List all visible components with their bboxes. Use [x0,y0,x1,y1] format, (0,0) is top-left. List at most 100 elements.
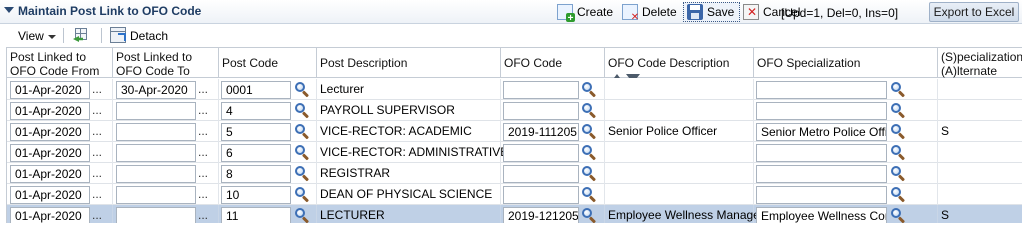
ofo-specialization-input[interactable] [756,165,887,183]
post-code-search-icon[interactable] [294,81,310,98]
post-code-input[interactable]: 11 [221,207,291,223]
ofo-specialization-input[interactable] [756,102,887,120]
column-header-post-code[interactable]: Post Code [219,48,317,78]
cell-spec-alt [938,121,1022,142]
to-date-picker-button[interactable]: ... [198,206,208,223]
to-date-picker-button[interactable]: ... [198,185,208,203]
column-header-post-description[interactable]: Post Description [317,48,501,78]
post-code-search-icon[interactable] [294,207,310,223]
from-date-picker-button[interactable]: ... [92,80,102,98]
from-date-picker-button[interactable]: ... [92,206,102,223]
to-date-picker-button[interactable]: ... [198,122,208,140]
to-date-picker-button[interactable]: ... [198,164,208,182]
column-header-to-date[interactable]: Post Linked to OFO Code To Date [113,48,219,78]
sort-icons[interactable] [611,71,641,78]
from-date-input[interactable]: 01-Apr-2020 [10,186,90,204]
from-date-picker-button[interactable]: ... [92,143,102,161]
to-date-input[interactable] [116,123,196,141]
ofo-specialization-search-icon[interactable] [890,81,906,98]
from-date-picker-button[interactable]: ... [92,185,102,203]
ofo-specialization-search-icon[interactable] [890,186,906,203]
to-date-picker-button[interactable]: ... [198,80,208,98]
post-code-search-icon[interactable] [294,165,310,182]
to-date-input[interactable] [116,102,196,120]
table-row[interactable]: 01-Apr-2020... 30-Apr-2020... 0001 Lecturer [7,79,1022,100]
collapse-triangle-icon[interactable] [4,7,14,13]
create-icon [557,4,575,23]
ofo-specialization-search-icon[interactable] [890,144,906,161]
from-date-input[interactable]: 01-Apr-2020 [10,165,90,183]
post-code-input[interactable]: 10 [221,186,291,204]
from-date-picker-button[interactable]: ... [92,101,102,119]
table-row[interactable]: 01-Apr-2020...... 8 REGISTRAR [7,163,1022,184]
to-date-input[interactable]: 30-Apr-2020 [116,81,196,99]
column-header-spec-alt[interactable]: (S)pecialization/ (A)lternate [938,48,1022,78]
ofo-code-search-icon[interactable] [581,207,597,223]
table-row[interactable]: 01-Apr-2020...... 10 DEAN OF PHYSICAL SCIE… [7,184,1022,205]
post-code-input[interactable]: 8 [221,165,291,183]
from-date-input[interactable]: 01-Apr-2020 [10,81,90,99]
ofo-code-search-icon[interactable] [581,165,597,182]
from-date-input[interactable]: 01-Apr-2020 [10,123,90,141]
post-code-search-icon[interactable] [294,186,310,203]
post-code-input[interactable]: 0001 [221,81,291,99]
ofo-specialization-input[interactable] [756,81,887,99]
ofo-code-search-icon[interactable] [581,186,597,203]
column-header-ofo-specialization[interactable]: OFO Specialization [754,48,938,78]
post-code-search-icon[interactable] [294,144,310,161]
ofo-code-search-icon[interactable] [581,81,597,98]
view-menu[interactable]: View [18,29,56,43]
to-date-picker-button[interactable]: ... [198,101,208,119]
post-code-input[interactable]: 6 [221,144,291,162]
table-row[interactable]: 01-Apr-2020...... 11 LECTURER 2019-121205 Em… [7,205,1022,223]
post-code-input[interactable]: 4 [221,102,291,120]
ofo-code-input[interactable]: 2019-121205 [503,207,579,223]
ofo-code-input[interactable] [503,144,579,162]
create-button[interactable]: Create [557,2,613,23]
ofo-code-input[interactable] [503,102,579,120]
from-date-input[interactable]: 01-Apr-2020 [10,207,90,223]
post-code-search-icon[interactable] [294,102,310,119]
column-header-from-date[interactable]: Post Linked to OFO Code From Date [7,48,113,78]
to-date-input[interactable] [116,165,196,183]
delete-button[interactable]: Delete [622,2,677,23]
ofo-code-search-icon[interactable] [581,144,597,161]
save-button[interactable]: Save [683,2,741,22]
sort-descending-icon[interactable] [626,73,641,78]
from-date-input[interactable]: 01-Apr-2020 [10,144,90,162]
ofo-specialization-search-icon[interactable] [890,207,906,223]
ofo-code-search-icon[interactable] [581,123,597,140]
detach-button[interactable]: Detach [130,29,168,43]
ofo-description-label: OFO Code Description [608,56,730,70]
from-date-input[interactable]: 01-Apr-2020 [10,102,90,120]
post-code-input[interactable]: 5 [221,123,291,141]
column-header-ofo-description[interactable]: OFO Code Description [605,48,754,78]
post-code-search-icon[interactable] [294,123,310,140]
ofo-specialization-input[interactable]: Employee Wellness Consultant [756,207,887,223]
sort-ascending-icon[interactable] [611,73,623,78]
from-date-picker-button[interactable]: ... [92,122,102,140]
ofo-specialization-search-icon[interactable] [890,165,906,182]
ofo-code-search-icon[interactable] [581,102,597,119]
ofo-specialization-search-icon[interactable] [890,123,906,140]
ofo-specialization-search-icon[interactable] [890,102,906,119]
ofo-code-input[interactable] [503,186,579,204]
from-date-picker-button[interactable]: ... [92,164,102,182]
ofo-code-input[interactable] [503,165,579,183]
ofo-code-input[interactable] [503,81,579,99]
to-date-input[interactable] [116,207,196,223]
to-date-picker-button[interactable]: ... [198,143,208,161]
table-row[interactable]: 01-Apr-2020...... 5 VICE-RECTOR: ACADEMIC 2… [7,121,1022,142]
to-date-input[interactable] [116,186,196,204]
export-to-excel-button[interactable]: Export to Excel [929,2,1019,22]
ofo-specialization-input[interactable] [756,186,887,204]
ofo-specialization-input[interactable]: Senior Metro Police Officer [756,123,887,141]
to-date-input[interactable] [116,144,196,162]
table-row[interactable]: 01-Apr-2020...... 4 PAYROLL SUPERVISOR [7,100,1022,121]
ofo-specialization-input[interactable] [756,144,887,162]
detach-icon[interactable] [110,27,126,43]
freeze-icon[interactable] [73,27,89,43]
table-row[interactable]: 01-Apr-2020...... 6 VICE-RECTOR: ADMINISTR… [7,142,1022,163]
column-header-ofo-code[interactable]: OFO Code [501,48,605,78]
ofo-code-input[interactable]: 2019-111205 [503,123,579,141]
